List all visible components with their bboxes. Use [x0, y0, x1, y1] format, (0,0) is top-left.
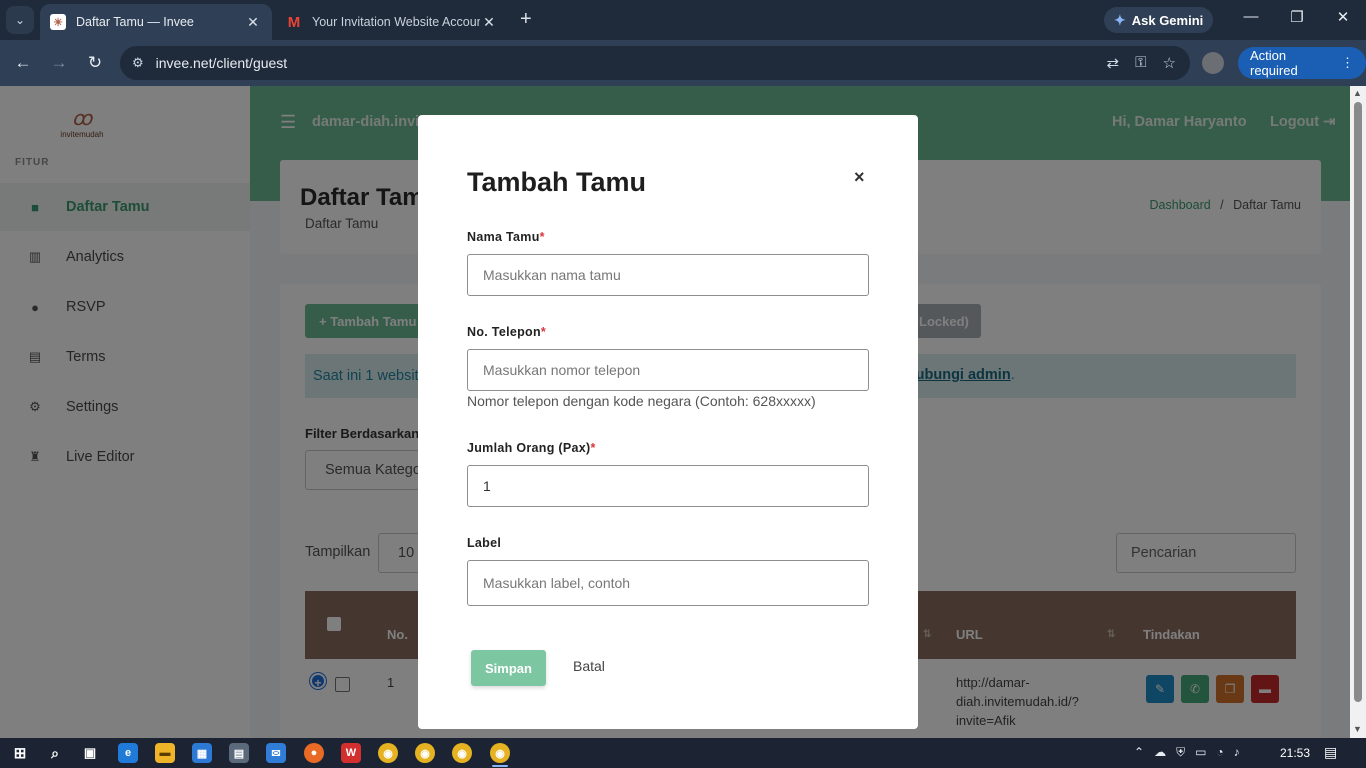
action-required-label: Action required	[1250, 48, 1298, 78]
pax-label: Jumlah Orang (Pax)*	[467, 441, 596, 455]
scrollbar-thumb[interactable]	[1354, 102, 1362, 702]
system-tray: ⌃ ☁ ⛨ ▭ ◔ ♪	[1134, 745, 1240, 760]
guest-name-label: Nama Tamu*	[467, 230, 545, 244]
onedrive-icon[interactable]: ☁	[1154, 745, 1166, 760]
gmail-icon: M	[287, 13, 301, 31]
tag-input[interactable]: Masukkan label, contoh	[467, 560, 869, 606]
file-explorer-icon[interactable]: ▬	[155, 743, 175, 763]
windows-start-icon[interactable]: ⊞	[10, 743, 30, 763]
label-text: No. Telepon	[467, 325, 541, 339]
bookmark-star-icon[interactable]: ☆	[1163, 54, 1176, 72]
label-text: Jumlah Orang (Pax)	[467, 441, 591, 455]
modal-title: Tambah Tamu	[467, 167, 647, 197]
back-icon[interactable]: ←	[10, 50, 36, 76]
close-modal-icon[interactable]: ×	[854, 167, 865, 188]
minimize-icon[interactable]: —	[1236, 8, 1266, 25]
url-input[interactable]: ⚙ invee.net/client/guest ⇄ ⚿ ☆	[120, 46, 1190, 80]
security-icon[interactable]: ⛨	[1176, 745, 1185, 760]
close-tab-icon[interactable]: ✕	[480, 14, 498, 31]
required-mark: *	[539, 230, 545, 244]
label-text: Nama Tamu	[467, 230, 540, 244]
chrome-icon[interactable]: ◉	[415, 743, 435, 763]
guest-name-input[interactable]: Masukkan nama tamu	[467, 254, 869, 296]
chevron-up-icon[interactable]: ⌃	[1134, 745, 1144, 760]
forward-icon[interactable]: →	[46, 50, 72, 76]
required-mark: *	[540, 325, 547, 339]
wifi-icon[interactable]: ◔	[1216, 745, 1223, 760]
required-mark: *	[590, 441, 596, 455]
windows-taskbar: ⊞ ⌕ ▣ e ▬ ▦ ▤ ✉ ● W ◉ ◉ ◉ ◉ ⌃ ☁ ⛨ ▭ ◔ ♪ …	[0, 738, 1366, 768]
scroll-up-icon[interactable]: ▲	[1353, 88, 1362, 98]
tab-search-button[interactable]: ⌄	[6, 6, 34, 34]
task-view-icon[interactable]: ▣	[80, 743, 100, 763]
tab-gmail[interactable]: M Your Invitation Website Account ✕	[276, 4, 508, 40]
taskbar-clock[interactable]: 21:53	[1280, 746, 1310, 760]
chrome-icon[interactable]: ◉	[490, 743, 510, 763]
pax-input[interactable]: 1	[467, 465, 869, 507]
active-app-indicator	[492, 765, 508, 767]
chrome-icon[interactable]: ◉	[452, 743, 472, 763]
new-tab-icon[interactable]: +	[520, 8, 532, 31]
scroll-down-icon[interactable]: ▼	[1353, 724, 1362, 734]
chrome-icon[interactable]: ◉	[378, 743, 398, 763]
gemini-icon: ✦	[1114, 11, 1126, 28]
calculator-icon[interactable]: ▤	[229, 743, 249, 763]
phone-input[interactable]: Masukkan nomor telepon	[467, 349, 869, 391]
translate-icon[interactable]: ⇄	[1107, 54, 1120, 72]
tab-title: Your Invitation Website Account	[312, 15, 480, 29]
cancel-button[interactable]: Batal	[573, 658, 605, 674]
wps-office-icon[interactable]: W	[341, 743, 361, 763]
tab-daftar-tamu[interactable]: ☀ Daftar Tamu — Invee ✕	[40, 4, 272, 40]
address-bar: ← → ↻ ⚙ invee.net/client/guest ⇄ ⚿ ☆ Act…	[0, 40, 1366, 86]
firefox-icon[interactable]: ●	[304, 743, 324, 763]
phone-help-text: Nomor telepon dengan kode negara (Contoh…	[467, 393, 816, 409]
page-scrollbar[interactable]: ▲ ▼	[1350, 86, 1366, 738]
action-required-button[interactable]: Action required ⋮	[1238, 47, 1366, 79]
browser-tab-bar: ⌄ ☀ Daftar Tamu — Invee ✕ M Your Invitat…	[0, 0, 1366, 40]
tag-label: Label	[467, 536, 502, 550]
reload-icon[interactable]: ↻	[82, 50, 108, 76]
save-button[interactable]: Simpan	[471, 650, 546, 686]
notification-icon[interactable]: ▤	[1324, 744, 1337, 761]
invee-favicon-icon: ☀	[50, 14, 66, 30]
edge-icon[interactable]: e	[118, 743, 138, 763]
password-key-icon[interactable]: ⚿	[1135, 54, 1146, 72]
tab-title: Daftar Tamu — Invee	[76, 15, 194, 29]
site-settings-icon[interactable]: ⚙	[132, 55, 144, 71]
gemini-label: Ask Gemini	[1131, 12, 1204, 28]
profile-avatar[interactable]	[1202, 52, 1224, 74]
volume-icon[interactable]: ♪	[1234, 745, 1240, 760]
close-window-icon[interactable]: ✕	[1328, 8, 1358, 26]
search-icon[interactable]: ⌕	[45, 743, 65, 763]
store-icon[interactable]: ▦	[192, 743, 212, 763]
close-tab-icon[interactable]: ✕	[244, 14, 262, 31]
ask-gemini-button[interactable]: ✦ Ask Gemini	[1104, 7, 1214, 33]
url-text: invee.net/client/guest	[155, 55, 288, 71]
phone-label: No. Telepon*	[467, 325, 546, 339]
mail-icon[interactable]: ✉	[266, 743, 286, 763]
battery-icon[interactable]: ▭	[1195, 745, 1206, 760]
web-page: ꝏ invitemudah FITUR ■ Daftar Tamu ▥ Anal…	[0, 86, 1350, 738]
restore-icon[interactable]: ❐	[1282, 8, 1312, 26]
add-guest-modal: Tambah Tamu × Nama Tamu* Masukkan nama t…	[418, 115, 918, 729]
more-vert-icon: ⋮	[1341, 55, 1354, 70]
